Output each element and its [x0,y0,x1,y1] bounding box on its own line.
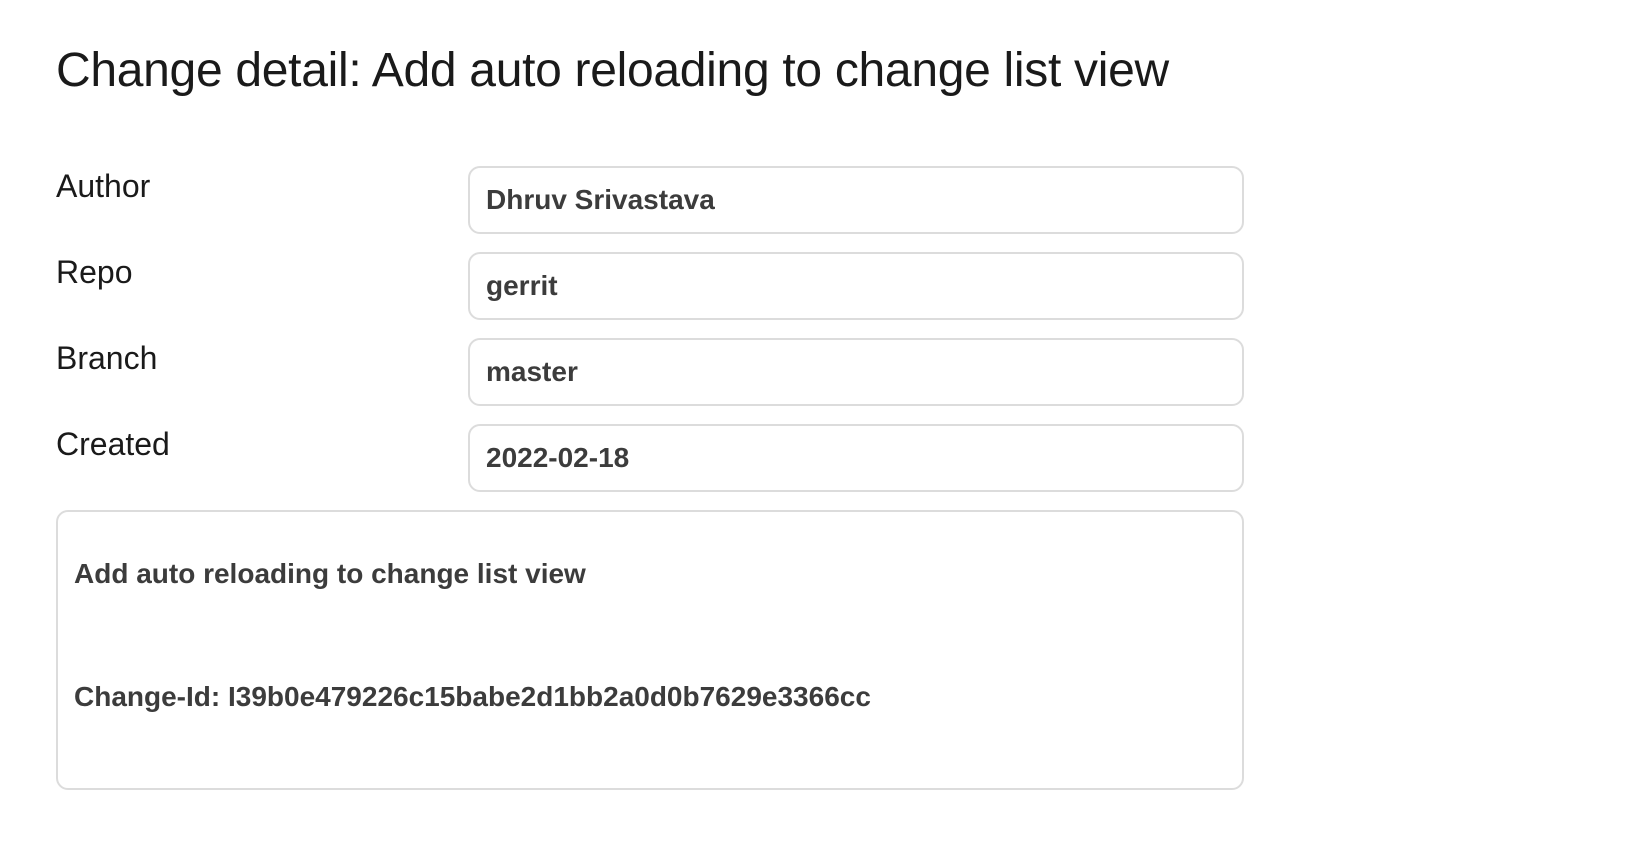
created-label: Created [56,426,170,462]
repo-field[interactable] [468,252,1244,320]
page-title: Change detail: Add auto reloading to cha… [56,44,1169,97]
author-field[interactable] [468,166,1244,234]
branch-row: Branch [56,338,1244,406]
author-row: Author [56,166,1244,234]
change-id: Change-Id: I39b0e479226c15babe2d1bb2a0d0… [74,681,871,712]
repo-row: Repo [56,252,1244,320]
branch-field[interactable] [468,338,1244,406]
created-row: Created [56,424,1244,492]
created-field[interactable] [468,424,1244,492]
commit-message-box[interactable]: Add auto reloading to change list view C… [56,510,1244,790]
commit-subject: Add auto reloading to change list view [74,558,586,589]
branch-label: Branch [56,340,158,376]
author-label: Author [56,168,151,204]
repo-label: Repo [56,254,133,290]
